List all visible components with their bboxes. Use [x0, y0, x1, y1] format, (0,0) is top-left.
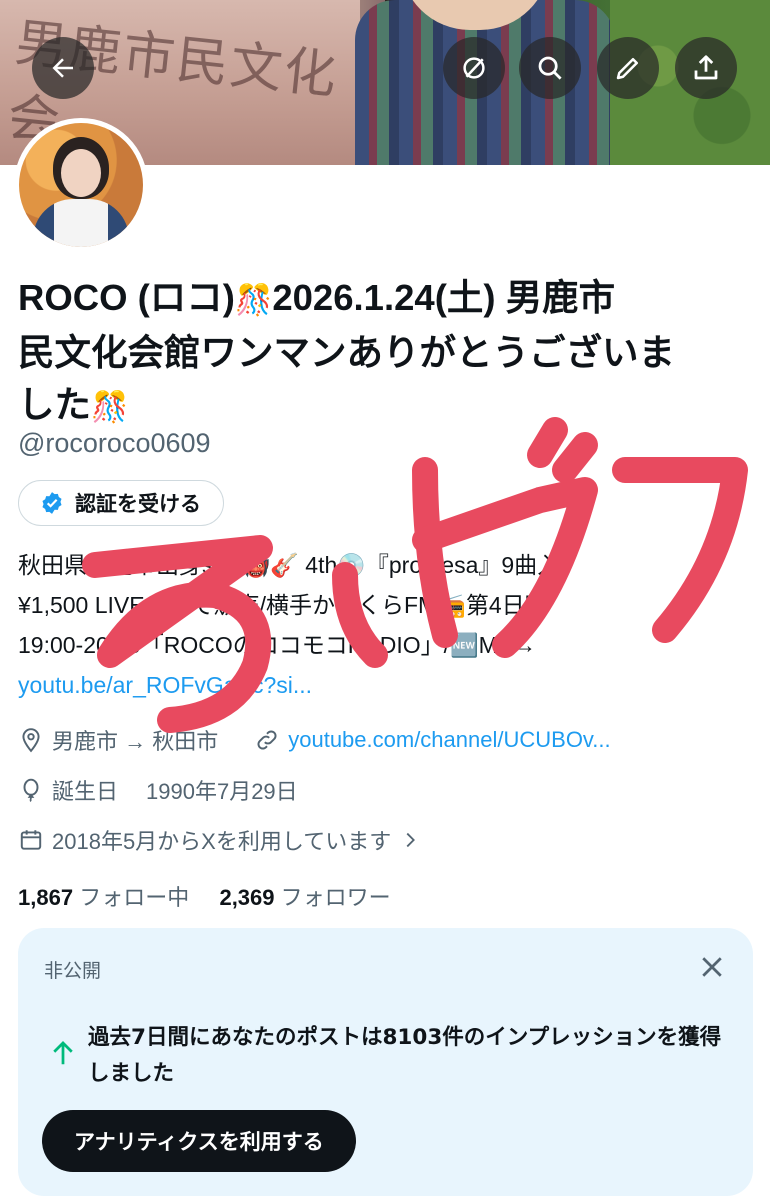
share-icon: [694, 55, 718, 80]
following-count: 1,867: [18, 885, 74, 910]
display-name: ROCO (ロコ)🎊2026.1.24(土) 男鹿市 民文化会館ワンマンありがと…: [18, 272, 753, 434]
bio-line: ¥1,500 LIVE会場で販売/横手かまくらFM📻第4日曜: [18, 592, 548, 618]
joined-text: 2018年5月からXを利用しています: [52, 829, 392, 854]
bio-link[interactable]: youtu.be/ar_ROFvGaBc?si...: [18, 665, 753, 705]
birthday-text: 1990年7月29日: [146, 779, 298, 804]
avatar[interactable]: [14, 118, 148, 252]
user-handle: @rocoroco0609: [18, 428, 211, 458]
followers-label: フォロワー: [280, 885, 391, 910]
joined-row[interactable]: 2018年5月からXを利用しています: [18, 824, 421, 856]
following-label: フォロー中: [79, 885, 190, 910]
location-row: 男鹿市 → 秋田市 youtube.com/channel/UCUBOv...: [18, 724, 611, 756]
link-icon: [257, 730, 277, 750]
celebration-icon: 🎊: [91, 391, 129, 424]
pencil-icon: [616, 58, 638, 80]
balloon-icon: [23, 778, 39, 802]
bio-line: 19:00-20:00「ROCOのロコモコRADIO」/🆕MV→: [18, 632, 537, 658]
grok-button[interactable]: [443, 37, 505, 99]
location-text: 男鹿市 → 秋田市: [52, 729, 219, 754]
overlay-stroke: [527, 417, 598, 483]
share-button[interactable]: [675, 37, 737, 99]
celebration-icon: 🎊: [234, 284, 273, 317]
name-part-1: ROCO (ロコ): [18, 277, 235, 318]
back-button[interactable]: [32, 37, 94, 99]
edit-button[interactable]: [597, 37, 659, 99]
get-verified-label: 認証を受ける: [75, 492, 201, 516]
chevron-right-icon: [406, 832, 416, 848]
verified-badge-icon: [42, 492, 62, 514]
following-link[interactable]: 1,867 フォロー中: [18, 885, 189, 910]
name-part-2: 2026.1.24(土) 男鹿市: [272, 277, 616, 318]
arrow-up-icon: [53, 1041, 73, 1065]
private-label: 非公開: [44, 960, 102, 982]
impressions-message: 過去7日間にあなたのポストは8103件のインプレッションを獲得しました: [88, 1025, 722, 1086]
search-icon: [538, 56, 562, 80]
slash-circle-icon: [463, 57, 485, 79]
get-verified-button[interactable]: 認証を受ける: [18, 480, 224, 526]
profile-bio: 秋田県男鹿市出身ssw👹🎸 4th💿『promesa』9曲入 ¥1,500 LI…: [18, 545, 753, 705]
followers-link[interactable]: 2,369 フォロワー: [219, 885, 390, 910]
calendar-icon: [20, 830, 42, 850]
follow-stats: 1,867 フォロー中 2,369 フォロワー: [18, 880, 391, 912]
name-part-3: 民文化会館ワンマンありがとうございま: [18, 332, 675, 373]
use-analytics-button[interactable]: アナリティクスを利用する: [42, 1110, 356, 1172]
bio-line: 秋田県男鹿市出身ssw👹🎸 4th💿『promesa』9曲入: [18, 552, 561, 578]
close-icon[interactable]: [697, 952, 727, 982]
website-link[interactable]: youtube.com/channel/UCUBOv...: [288, 727, 610, 753]
avatar-image: [19, 123, 143, 247]
birthday-label: 誕生日: [52, 779, 119, 804]
arrow-left-icon: [52, 58, 73, 78]
search-button[interactable]: [519, 37, 581, 99]
avatar-body: [33, 199, 129, 247]
name-part-4: した: [18, 384, 91, 425]
location-pin-icon: [22, 728, 40, 753]
avatar-face: [61, 149, 101, 197]
analytics-card: 非公開 過去7日間にあなたのポストは8103件のインプレッションを獲得しました …: [18, 928, 753, 1196]
followers-count: 2,369: [219, 885, 275, 910]
birthday-row: 誕生日 1990年7月29日: [18, 774, 298, 806]
